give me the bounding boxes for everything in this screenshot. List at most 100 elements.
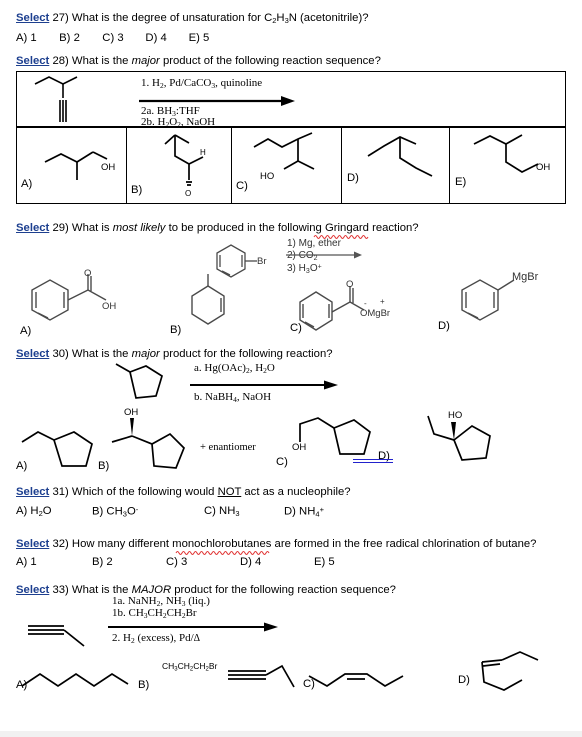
q33-reagent-1b: 1b. CH3CH2CH2Br xyxy=(112,607,197,620)
q28-cell-d[interactable]: D) xyxy=(342,128,450,203)
q29-misspelled-word: Gringard xyxy=(324,222,369,234)
q29-atom-o-c: O xyxy=(346,279,353,290)
q28-structure-c: HO xyxy=(253,132,315,182)
q28-emphasis: major xyxy=(131,55,160,67)
q30-enantiomer-note-b: + enantiomer xyxy=(200,442,256,453)
question-29: Select 29) What is most likely to be pro… xyxy=(16,222,419,239)
q27-option-c[interactable]: C) 3 xyxy=(102,32,142,44)
q28-cell-a[interactable]: A) OH xyxy=(17,128,127,203)
q29-option-b[interactable]: B) xyxy=(168,274,248,336)
q33-butyne-structure xyxy=(28,625,85,647)
q32-option-b[interactable]: B) 2 xyxy=(92,556,113,568)
q28-answer-table: A) OH B) H O C) HO D) E) OH xyxy=(16,127,566,204)
q31-not-emphasis: NOT xyxy=(217,486,242,498)
question-30: Select 30) What is the major product for… xyxy=(16,348,333,361)
q28-cell-e[interactable]: E) OH xyxy=(450,128,567,203)
q29-atom-o-a: O xyxy=(84,268,91,279)
q29-stem: Select 29) What is most likely to be pro… xyxy=(16,222,419,239)
q32-options: A) 1 B) 2 C) 3 D) 4 E) 5 xyxy=(16,556,536,570)
q31-option-a[interactable]: A) H2O xyxy=(16,505,52,518)
q29-number: 29) xyxy=(52,222,69,234)
q31-option-d[interactable]: D) NH4+ xyxy=(284,505,324,519)
select-link-30[interactable]: Select xyxy=(16,348,49,360)
q29-reagent-1: 1) Mg, ether xyxy=(287,238,341,249)
q30-number: 30) xyxy=(52,348,69,360)
q28-atom-oh-e: OH xyxy=(536,162,550,173)
select-link-32[interactable]: Select xyxy=(16,538,49,550)
select-link-33[interactable]: Select xyxy=(16,584,49,596)
select-link-31[interactable]: Select xyxy=(16,486,49,498)
q27-option-a[interactable]: A) 1 xyxy=(16,32,56,44)
q29-emphasis: most likely xyxy=(112,222,166,234)
q29-atom-mgbr-d: MgBr xyxy=(512,271,539,283)
q31-option-c[interactable]: C) NH3 xyxy=(204,505,240,518)
q29-option-d[interactable]: MgBr D) xyxy=(438,268,570,332)
q29-label-a: A) xyxy=(20,325,32,337)
q29-label-d: D) xyxy=(438,320,450,332)
q32-option-c[interactable]: C) 3 xyxy=(166,556,187,568)
q33-option-d[interactable]: D) xyxy=(458,650,575,696)
q28-stem: Select 28) What is the major product of … xyxy=(16,55,381,67)
q28-number: 28) xyxy=(52,55,69,67)
q30-stem: Select 30) What is the major product for… xyxy=(16,348,333,360)
q27-options: A) 1 B) 2 C) 3 D) 4 E) 5 xyxy=(16,32,369,44)
q28-reaction-box: 1. H2, Pd/CaCO3, quinoline 2a. BH3:THF 2… xyxy=(16,71,566,129)
q29-option-c[interactable]: O - + OMgBr C) xyxy=(290,272,422,334)
page-footer-strip xyxy=(0,731,582,737)
question-27: Select 27) What is the degree of unsatur… xyxy=(16,12,369,44)
q27-option-b[interactable]: B) 2 xyxy=(59,32,99,44)
q32-option-e[interactable]: E) 5 xyxy=(314,556,335,568)
q29-atom-plus-c: + xyxy=(380,297,385,306)
q28-atom-ho-c: HO xyxy=(260,171,274,182)
q30-structure-d: HO xyxy=(427,410,491,461)
q32-option-d[interactable]: D) 4 xyxy=(240,556,261,568)
q29-label-b: B) xyxy=(170,324,182,336)
q30-label-c: C) xyxy=(276,456,288,468)
q28-starting-material-structure xyxy=(34,76,78,122)
q30-structure-b: OH xyxy=(111,407,185,469)
q29-label-c: C) xyxy=(290,322,302,334)
q30-blue-underline xyxy=(353,459,393,463)
q30-reagent-above: a. Hg(OAc)2, H2O xyxy=(194,362,275,375)
q33-option-a[interactable]: A) xyxy=(16,664,133,694)
q33-label-c: C) xyxy=(303,678,315,690)
q28-atom-o-b: O xyxy=(185,189,191,198)
q27-option-d[interactable]: D) 4 xyxy=(145,32,185,44)
q30-option-b[interactable]: OH B) + enantiomer xyxy=(98,404,256,472)
q30-option-d[interactable]: HO D) xyxy=(378,396,532,466)
q33-label-b: B) xyxy=(138,679,150,691)
q33-option-c[interactable]: C) xyxy=(303,664,415,694)
q27-option-e[interactable]: E) 5 xyxy=(189,32,229,44)
q29-atom-br: Br xyxy=(257,256,267,267)
q28-structure-d xyxy=(367,136,433,177)
q33-reagent-2: 2. H2 (excess), Pd/Δ xyxy=(112,632,201,645)
q33-number: 33) xyxy=(52,584,69,596)
question-28: Select 28) What is the major product of … xyxy=(16,55,381,68)
q29-option-a[interactable]: O OH A) xyxy=(18,268,153,337)
q33-label-d: D) xyxy=(458,674,470,686)
select-link-29[interactable]: Select xyxy=(16,222,49,234)
q28-cell-b[interactable]: B) H O xyxy=(127,128,232,203)
select-link-27[interactable]: Select xyxy=(16,12,49,24)
q30-reaction-arrow xyxy=(190,380,338,390)
q31-option-b[interactable]: B) CH3O- xyxy=(92,505,138,519)
q30-label-b: B) xyxy=(98,460,110,472)
select-link-28[interactable]: Select xyxy=(16,55,49,67)
q28-reagent-above: 1. H2, Pd/CaCO3, quinoline xyxy=(141,77,263,90)
q32-number: 32) xyxy=(52,538,69,550)
q27-number: 27) xyxy=(52,12,69,24)
q28-label-e: E) xyxy=(455,176,467,188)
q30-label-a: A) xyxy=(16,460,28,472)
q28-label-b: B) xyxy=(131,184,143,196)
exam-page: Select 27) What is the degree of unsatur… xyxy=(0,0,582,731)
q33-structure-d xyxy=(481,651,539,691)
q27-stem: Select 27) What is the degree of unsatur… xyxy=(16,12,369,27)
q31-stem: Select 31) Which of the following would … xyxy=(16,486,351,498)
q28-cell-c[interactable]: C) HO xyxy=(232,128,342,203)
q28-label-c: C) xyxy=(236,180,248,192)
q30-emphasis: major xyxy=(131,348,160,360)
q28-structure-e: OH xyxy=(473,134,550,173)
q32-option-a[interactable]: A) 1 xyxy=(16,556,37,568)
q28-structure-a: OH xyxy=(44,151,115,180)
q28-label-d: D) xyxy=(347,172,359,184)
